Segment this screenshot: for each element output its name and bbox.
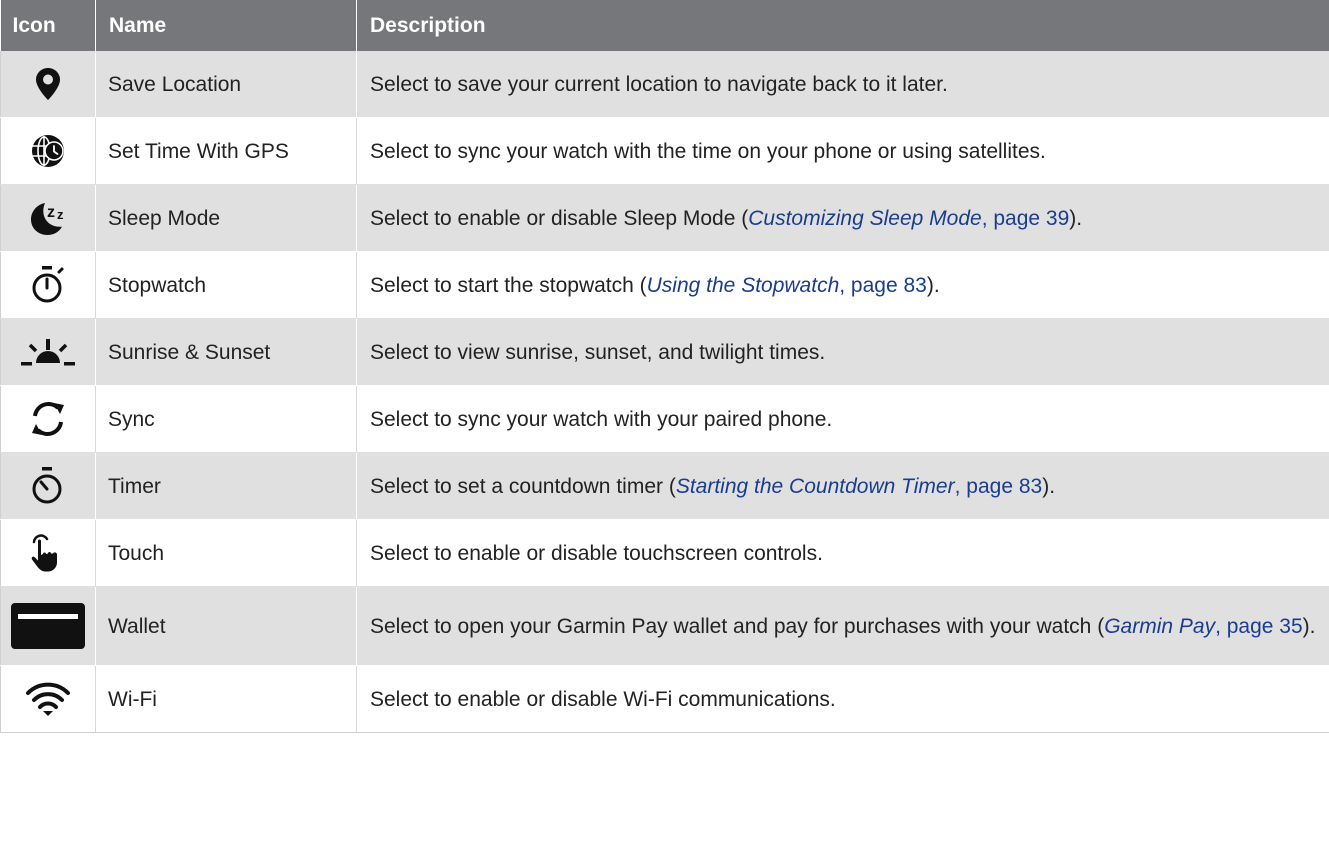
description-suffix: ). — [1042, 474, 1056, 498]
description-suffix: ). — [926, 273, 940, 297]
sync-arrows-icon — [32, 402, 64, 436]
table-row: Sunrise & Sunset Select to view sunrise,… — [0, 318, 1329, 386]
icon-cell — [0, 519, 96, 587]
description-text: Select to enable or disable Sleep Mode ( — [370, 206, 749, 230]
header-icon: Icon — [0, 0, 96, 51]
description-text: Select to sync your watch with the time … — [370, 139, 1046, 163]
controls-table: Icon Name Description Save Location Sele… — [0, 0, 1329, 733]
row-description: Select to open your Garmin Pay wallet an… — [356, 586, 1329, 666]
svg-text:z: z — [57, 207, 64, 222]
row-name: Sunrise & Sunset — [95, 318, 357, 386]
header-description: Description — [356, 0, 1329, 51]
icon-cell — [0, 586, 96, 666]
table-row: z z Sleep Mode Select to enable or disab… — [0, 184, 1329, 252]
table-row: Save Location Select to save your curren… — [0, 51, 1329, 118]
row-name: Save Location — [95, 51, 357, 118]
description-text: Select to set a countdown timer ( — [370, 474, 676, 498]
table-header: Icon Name Description — [0, 0, 1329, 51]
description-suffix: ). — [1069, 206, 1083, 230]
icon-cell: z z — [0, 184, 96, 252]
link-page: , page 83 — [839, 273, 927, 297]
row-name: Stopwatch — [95, 251, 357, 319]
timer-icon — [32, 467, 62, 504]
link-page: , page 39 — [981, 206, 1070, 230]
cross-reference-link[interactable]: Using the Stopwatch, page 83 — [647, 274, 927, 297]
row-name: Wi-Fi — [95, 665, 357, 733]
table-row: Touch Select to enable or disable touchs… — [0, 519, 1329, 587]
icon-cell — [0, 318, 96, 386]
description-text: Select to sync your watch with your pair… — [370, 407, 833, 431]
link-title: Customizing Sleep Mode — [748, 206, 982, 230]
description-text: Select to view sunrise, sunset, and twil… — [370, 340, 826, 364]
touch-hand-icon — [31, 534, 57, 572]
link-page: , page 83 — [954, 474, 1043, 498]
icon-cell — [0, 385, 96, 453]
row-description: Select to view sunrise, sunset, and twil… — [356, 318, 1329, 386]
table-row: Wi-Fi Select to enable or disable Wi-Fi … — [0, 665, 1329, 733]
table-row: Set Time With GPS Select to sync your wa… — [0, 117, 1329, 185]
row-name: Sync — [95, 385, 357, 453]
table-row: Stopwatch Select to start the stopwatch … — [0, 251, 1329, 319]
row-description: Select to save your current location to … — [356, 51, 1329, 118]
row-description: Select to enable or disable Sleep Mode (… — [356, 184, 1329, 252]
row-name: Timer — [95, 452, 357, 520]
icon-cell — [0, 665, 96, 733]
description-suffix: ). — [1302, 614, 1316, 638]
cross-reference-link[interactable]: Customizing Sleep Mode, page 39 — [748, 207, 1069, 230]
table-row: Sync Select to sync your watch with your… — [0, 385, 1329, 453]
row-description: Select to start the stopwatch (Using the… — [356, 251, 1329, 319]
stopwatch-icon — [32, 266, 64, 303]
icon-cell — [0, 251, 96, 319]
description-text: Select to open your Garmin Pay wallet an… — [370, 614, 1105, 638]
globe-clock-icon — [32, 135, 64, 167]
row-name: Wallet — [95, 586, 357, 666]
map-pin-icon — [36, 68, 60, 100]
table-row: Wallet Select to open your Garmin Pay wa… — [0, 586, 1329, 666]
description-text: Select to enable or disable touchscreen … — [370, 541, 823, 565]
table-row: Timer Select to set a countdown timer (S… — [0, 452, 1329, 520]
wifi-icon — [26, 682, 70, 716]
sunrise-icon — [21, 339, 75, 366]
wallet-card-icon — [11, 603, 85, 649]
icon-cell — [0, 452, 96, 520]
icon-cell — [0, 51, 96, 118]
link-page: , page 35 — [1215, 614, 1303, 638]
row-description: Select to sync your watch with your pair… — [356, 385, 1329, 453]
row-description: Select to enable or disable touchscreen … — [356, 519, 1329, 587]
row-name: Sleep Mode — [95, 184, 357, 252]
row-description: Select to set a countdown timer (Startin… — [356, 452, 1329, 520]
header-name: Name — [95, 0, 357, 51]
description-text: Select to save your current location to … — [370, 72, 948, 96]
icon-cell — [0, 117, 96, 185]
moon-zz-icon: z z — [31, 203, 64, 235]
row-name: Set Time With GPS — [95, 117, 357, 185]
link-title: Using the Stopwatch — [646, 273, 840, 297]
description-text: Select to enable or disable Wi-Fi commun… — [370, 687, 836, 711]
row-description: Select to enable or disable Wi-Fi commun… — [356, 665, 1329, 733]
svg-text:z: z — [47, 204, 55, 221]
description-text: Select to start the stopwatch ( — [370, 273, 647, 297]
link-title: Garmin Pay — [1104, 614, 1216, 638]
row-description: Select to sync your watch with the time … — [356, 117, 1329, 185]
cross-reference-link[interactable]: Garmin Pay, page 35 — [1104, 615, 1302, 638]
row-name: Touch — [95, 519, 357, 587]
link-title: Starting the Countdown Timer — [675, 474, 955, 498]
cross-reference-link[interactable]: Starting the Countdown Timer, page 83 — [676, 475, 1042, 498]
